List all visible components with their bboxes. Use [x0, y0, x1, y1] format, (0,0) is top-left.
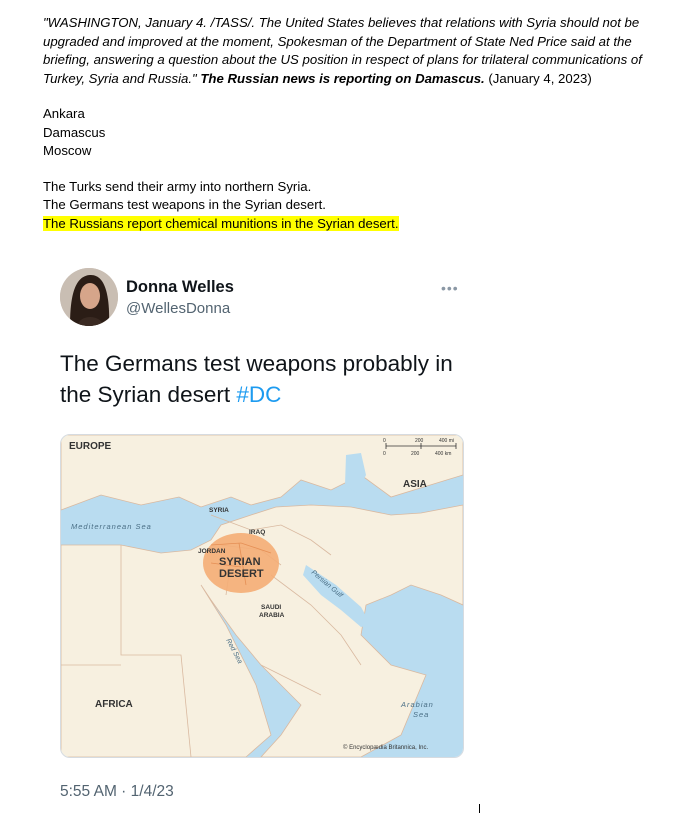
- quote-emphasis: The Russian news is reporting on Damascu…: [200, 70, 485, 86]
- label-africa: AFRICA: [95, 699, 133, 710]
- label-jordan: JORDAN: [198, 548, 226, 555]
- highlighted-statement: The Russians report chemical munitions i…: [43, 215, 399, 231]
- author-handle[interactable]: @WellesDonna: [126, 300, 230, 317]
- label-arabia: ARABIA: [259, 612, 285, 619]
- map-copyright: © Encyclopædia Britannica, Inc.: [343, 744, 428, 751]
- avatar[interactable]: [60, 268, 118, 326]
- hashtag-link[interactable]: #DC: [236, 382, 281, 407]
- scale-label: 200: [411, 451, 420, 457]
- label-syria: SYRIA: [209, 507, 229, 514]
- tweet-text: The Germans test weapons probably in the…: [60, 348, 460, 410]
- label-arabian: Arabian: [400, 700, 434, 709]
- city-line: Moscow: [43, 143, 92, 158]
- scale-label: 400 km: [435, 451, 451, 457]
- label-asia: ASIA: [403, 479, 427, 490]
- document-text: "WASHINGTON, January 4. /TASS/. The Unit…: [43, 14, 668, 233]
- label-iraq: IRAQ: [249, 529, 265, 536]
- label-syrian: SYRIAN: [219, 556, 261, 568]
- label-arabian-sea: Sea: [413, 710, 429, 719]
- label-saudi: SAUDI: [261, 604, 281, 611]
- scale-label: 400 mi: [439, 438, 454, 444]
- scale-label: 0: [383, 451, 386, 457]
- more-dots-icon[interactable]: •••: [441, 280, 459, 296]
- city-line: Ankara: [43, 106, 85, 121]
- label-desert: DESERT: [219, 568, 264, 580]
- label-europe: EUROPE: [69, 441, 112, 452]
- statement-line: The Germans test weapons in the Syrian d…: [43, 197, 326, 212]
- label-mediterranean: Mediterranean Sea: [71, 522, 152, 531]
- map-image[interactable]: EUROPE ASIA Mediterranean Sea SYRIA IRAQ…: [60, 434, 464, 758]
- author-name[interactable]: Donna Welles: [126, 278, 234, 297]
- quote-date: (January 4, 2023): [488, 70, 592, 86]
- news-quote: "WASHINGTON, January 4. /TASS/. The Unit…: [43, 14, 668, 88]
- scale-label: 200: [415, 438, 424, 444]
- scale-label: 0: [383, 438, 386, 444]
- statement-line: The Turks send their army into northern …: [43, 178, 312, 194]
- city-line: Damascus: [43, 124, 106, 140]
- text-cursor: [479, 804, 480, 813]
- tweet-timestamp[interactable]: 5:55 AM · 1/4/23: [60, 783, 174, 801]
